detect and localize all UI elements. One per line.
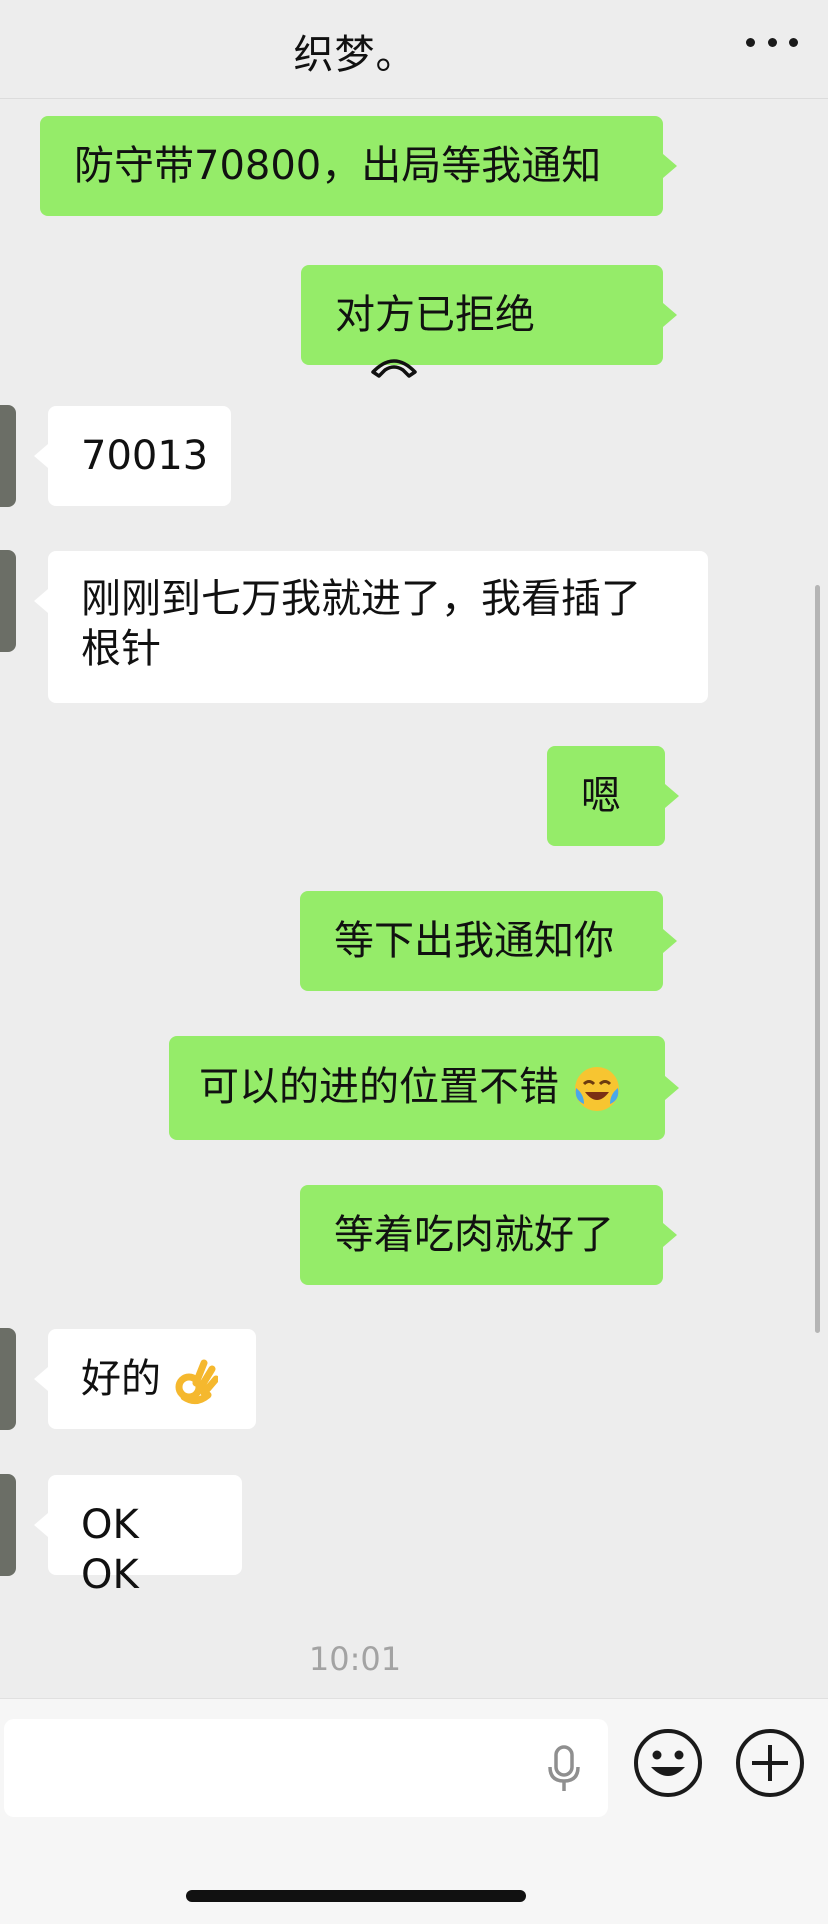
- avatar[interactable]: [0, 405, 16, 507]
- message-bubble[interactable]: 可以的进的位置不错: [169, 1036, 665, 1140]
- message-text: 对方已拒绝: [335, 292, 535, 338]
- scrollbar[interactable]: [815, 585, 820, 1333]
- message-text: OK OK: [81, 1502, 139, 1598]
- message-text: 可以的进的位置不错: [199, 1064, 559, 1110]
- chat-title: 织梦。: [293, 32, 417, 78]
- timestamp: 10:01: [308, 1640, 402, 1678]
- more-dots-icon[interactable]: [746, 28, 798, 56]
- message-text: 等下出我通知你: [334, 918, 614, 964]
- smiley-icon[interactable]: [632, 1727, 704, 1799]
- home-indicator[interactable]: [186, 1890, 526, 1902]
- message-bubble[interactable]: 嗯: [547, 746, 665, 846]
- avatar[interactable]: [0, 1474, 16, 1576]
- message-bubble[interactable]: 好的: [48, 1329, 256, 1429]
- message-bubble[interactable]: 刚刚到七万我就进了，我看插了 根针: [48, 551, 708, 703]
- message-bubble[interactable]: 等着吃肉就好了: [300, 1185, 663, 1285]
- message-text-line: 根针: [81, 626, 161, 672]
- avatar[interactable]: [0, 1328, 16, 1430]
- microphone-icon[interactable]: [546, 1745, 582, 1793]
- plus-circle-icon[interactable]: [734, 1727, 806, 1799]
- phone-hangup-icon: [371, 359, 417, 378]
- avatar[interactable]: [0, 550, 16, 652]
- ok-hand-emoji: [175, 1359, 218, 1404]
- message-text: 70013: [81, 433, 209, 479]
- chat-header: 织梦。: [0, 0, 828, 99]
- message-text: 防守带70800，出局等我通知: [74, 143, 602, 189]
- message-bubble[interactable]: 等下出我通知你: [300, 891, 663, 991]
- message-text-line: 刚刚到七万我就进了，我看插了: [81, 576, 641, 622]
- message-text: 等着吃肉就好了: [334, 1212, 614, 1258]
- message-input[interactable]: [4, 1719, 608, 1817]
- chat-screen: 织梦。 防守带70800，出局等我通知 对方已拒绝 70013 刚刚到七万我就进…: [0, 0, 828, 1924]
- laughing-tears-emoji: [574, 1067, 619, 1111]
- call-rejected-bubble[interactable]: 对方已拒绝: [301, 265, 663, 378]
- message-bubble[interactable]: 防守带70800，出局等我通知: [40, 116, 663, 216]
- message-text: 嗯: [581, 773, 621, 819]
- message-text: 好的: [81, 1356, 161, 1402]
- message-bubble[interactable]: 70013: [48, 406, 231, 506]
- message-bubble[interactable]: OK OK: [48, 1475, 242, 1598]
